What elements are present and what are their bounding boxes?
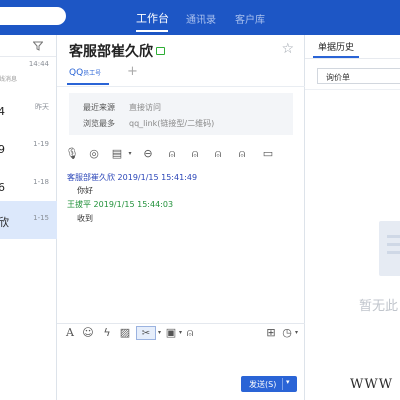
nav-tab-workbench[interactable]: 工作台 (136, 10, 169, 26)
list-item-selected[interactable]: 欣 1-15 (0, 201, 57, 239)
divider (57, 86, 305, 87)
list-item[interactable]: 9 1-19 (0, 130, 57, 168)
list-item-name: 欣 (0, 216, 9, 229)
tab-active-indicator (67, 83, 109, 85)
list-item-name: 9 (0, 143, 5, 156)
empty-state-text: 暂无此 (359, 299, 399, 314)
chevron-down-icon[interactable]: ▾ (156, 326, 163, 340)
list-item-time: 昨天 (35, 103, 49, 111)
message-header: 王拔平 2019/1/15 15:44:03 (67, 199, 173, 210)
headset-icon[interactable]: ◎ (87, 147, 101, 161)
emoji-icon[interactable]: ☺ (82, 326, 94, 340)
list-item-time: 14:44 (28, 60, 49, 68)
chevron-down-icon[interactable]: ▾ (286, 378, 290, 386)
visitor-info-box: 最近来源 直接访问 浏览最多 qq_link(链接型/二维码) (69, 93, 293, 135)
message-time: 2019/1/15 15:44:03 (93, 200, 174, 209)
list-item-time: 1-15 (33, 214, 49, 222)
action-toolbar: 🎙︎ ◎ ▤ ▾ ⊖ ⍝ ⍝ ⍝ ⍝ ▭ (65, 147, 295, 165)
list-item-name: 6 (0, 181, 5, 194)
message-time: 2019/1/15 15:41:49 (117, 173, 198, 182)
message-sender: 王拔平 (67, 200, 91, 209)
send-button[interactable]: 发送(S) ▾ (241, 376, 297, 392)
select-value: 询价单 (326, 73, 350, 82)
divider (305, 89, 400, 90)
history-clock-icon[interactable]: ◷ (281, 326, 293, 340)
transfer-user-icon[interactable]: ⍝ (235, 147, 249, 161)
input-toolbar: A ☺ ϟ ▨ ✂ ▾ ▣ ▾ ⍝ ⊞ ◷ ▾ (65, 326, 301, 340)
star-icon[interactable]: ☆ (281, 41, 294, 57)
tab-label: QQ (69, 68, 84, 78)
chat-title: 客服部崔久欣 (69, 41, 165, 61)
image-icon[interactable]: ▨ (119, 326, 131, 340)
message-sender: 客服部崔久欣 (67, 173, 115, 182)
message-text: 收到 (77, 214, 93, 223)
user-search-icon[interactable]: ⍝ (188, 147, 202, 161)
info-value: qq_link(链接型/二维码) (129, 119, 215, 128)
add-user-icon[interactable]: ⍝ (165, 147, 179, 161)
nav-tab-contacts[interactable]: 通讯录 (186, 11, 216, 26)
chevron-down-icon[interactable]: ▾ (293, 326, 300, 340)
message-text: 你好 (77, 186, 93, 195)
list-item-preview: 线消息 (0, 76, 18, 83)
contact-name: 客服部崔久欣 (69, 44, 153, 60)
filter-icon[interactable] (33, 41, 43, 51)
quick-reply-icon[interactable]: ⊞ (265, 326, 277, 340)
info-label: 浏览最多 (83, 119, 115, 128)
nav-tab-customers[interactable]: 客户库 (235, 11, 265, 26)
info-label: 最近来源 (83, 103, 115, 112)
user-settings-icon[interactable]: ⍝ (211, 147, 225, 161)
list-header (0, 35, 56, 57)
input-divider (57, 323, 305, 324)
add-tab-button[interactable]: + (127, 64, 138, 79)
send-label: 发送(S) (249, 380, 277, 389)
message-header: 客服部崔久欣 2019/1/15 15:41:49 (67, 172, 197, 183)
conversation-list: 14:44 线消息 4 昨天 9 1-19 6 1-18 欣 1-15 (0, 35, 57, 400)
tab-sublabel: 员工号 (83, 70, 102, 77)
tab-qq-employee[interactable]: QQ员工号 (69, 68, 101, 78)
list-item[interactable]: 4 昨天 (0, 92, 57, 130)
side-panel: 单据历史 询价单 暂无此 (305, 35, 400, 400)
search-input[interactable] (0, 7, 66, 25)
chevron-down-icon[interactable]: ▾ (123, 147, 137, 161)
lightning-icon[interactable]: ϟ (101, 326, 113, 340)
online-status-icon (156, 47, 165, 55)
list-item-time: 1-18 (33, 178, 49, 186)
divider (282, 378, 283, 390)
hat-icon[interactable]: ⊖ (141, 147, 155, 161)
chevron-down-icon[interactable]: ▾ (177, 326, 184, 340)
document-type-select[interactable]: 询价单 (317, 68, 400, 84)
chat-panel: 客服部崔久欣 ☆ QQ员工号 + 最近来源 直接访问 浏览最多 qq_link(… (57, 35, 305, 400)
watermark: WWW (350, 377, 394, 392)
font-icon[interactable]: A (65, 326, 75, 340)
comment-add-icon[interactable]: ▭ (261, 147, 275, 161)
empty-document-icon (379, 221, 400, 276)
microphone-icon[interactable]: 🎙︎ (65, 147, 79, 161)
nav-active-indicator (136, 30, 168, 32)
folder-icon[interactable]: ▤ (110, 147, 124, 161)
list-item-name: 4 (0, 105, 5, 118)
user-card-icon[interactable]: ⍝ (184, 326, 196, 340)
list-item[interactable]: 14:44 线消息 (0, 57, 57, 95)
list-item-time: 1-19 (33, 140, 49, 148)
screen-icon[interactable]: ▣ (165, 326, 177, 340)
divider (305, 58, 400, 59)
top-bar: 工作台 通讯录 客户库 (0, 0, 400, 35)
screenshot-icon[interactable]: ✂ (136, 326, 156, 340)
info-value: 直接访问 (129, 103, 161, 112)
tab-order-history[interactable]: 单据历史 (318, 40, 354, 53)
